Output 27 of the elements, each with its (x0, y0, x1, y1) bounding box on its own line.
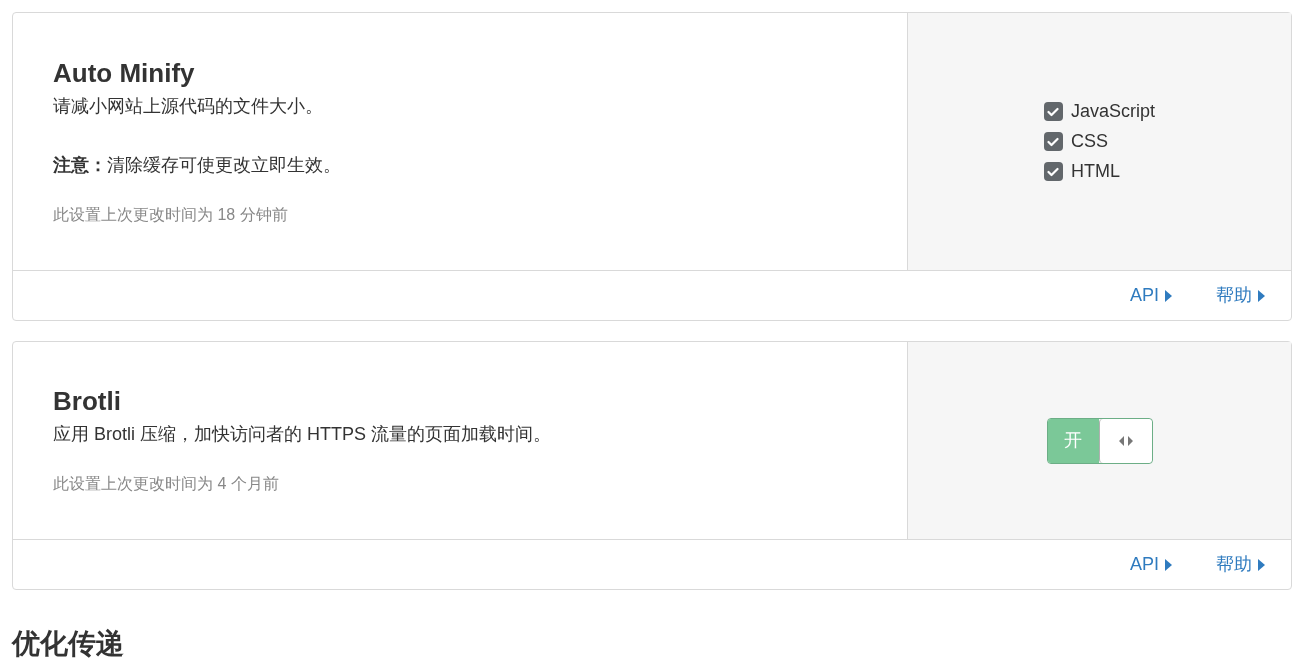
footer-link[interactable]: 帮助 (1216, 282, 1265, 309)
footer-link[interactable]: API (1130, 551, 1172, 578)
caret-right-icon (1258, 289, 1265, 302)
toggle-state-label: 开 (1047, 418, 1100, 463)
card-title: Auto Minify (53, 56, 196, 89)
card-title: Brotli (53, 385, 122, 417)
handle-arrows-icon (1119, 435, 1133, 446)
checkbox-label: CSS (1070, 130, 1108, 153)
checkmark-icon (1047, 166, 1060, 177)
section-heading: 优化传递 (12, 627, 125, 661)
checkbox[interactable] (1043, 132, 1063, 151)
checkmark-icon (1047, 106, 1060, 117)
last-changed-text: 此设置上次更改时间为 4 个月前 (53, 474, 280, 494)
last-changed-text: 此设置上次更改时间为 18 分钟前 (53, 204, 289, 225)
caret-right-icon (1258, 558, 1265, 571)
checkbox[interactable] (1043, 102, 1063, 121)
caret-right-icon (1165, 289, 1172, 302)
caret-right-icon (1165, 558, 1172, 571)
card-description: 请减小网站上源代码的文件大小。 (53, 94, 324, 118)
checkbox[interactable] (1043, 162, 1063, 181)
note-text: 注意：清除缓存可使更改立即生效。 (53, 153, 342, 177)
footer-link[interactable]: API (1130, 282, 1172, 309)
checkbox-label: JavaScript (1070, 100, 1155, 123)
card-description: 应用 Brotli 压缩，加快访问者的 HTTPS 流量的页面加载时间。 (53, 423, 552, 446)
checkmark-icon (1047, 136, 1060, 147)
checkbox-label: HTML (1070, 160, 1120, 183)
footer-link[interactable]: 帮助 (1216, 551, 1265, 578)
